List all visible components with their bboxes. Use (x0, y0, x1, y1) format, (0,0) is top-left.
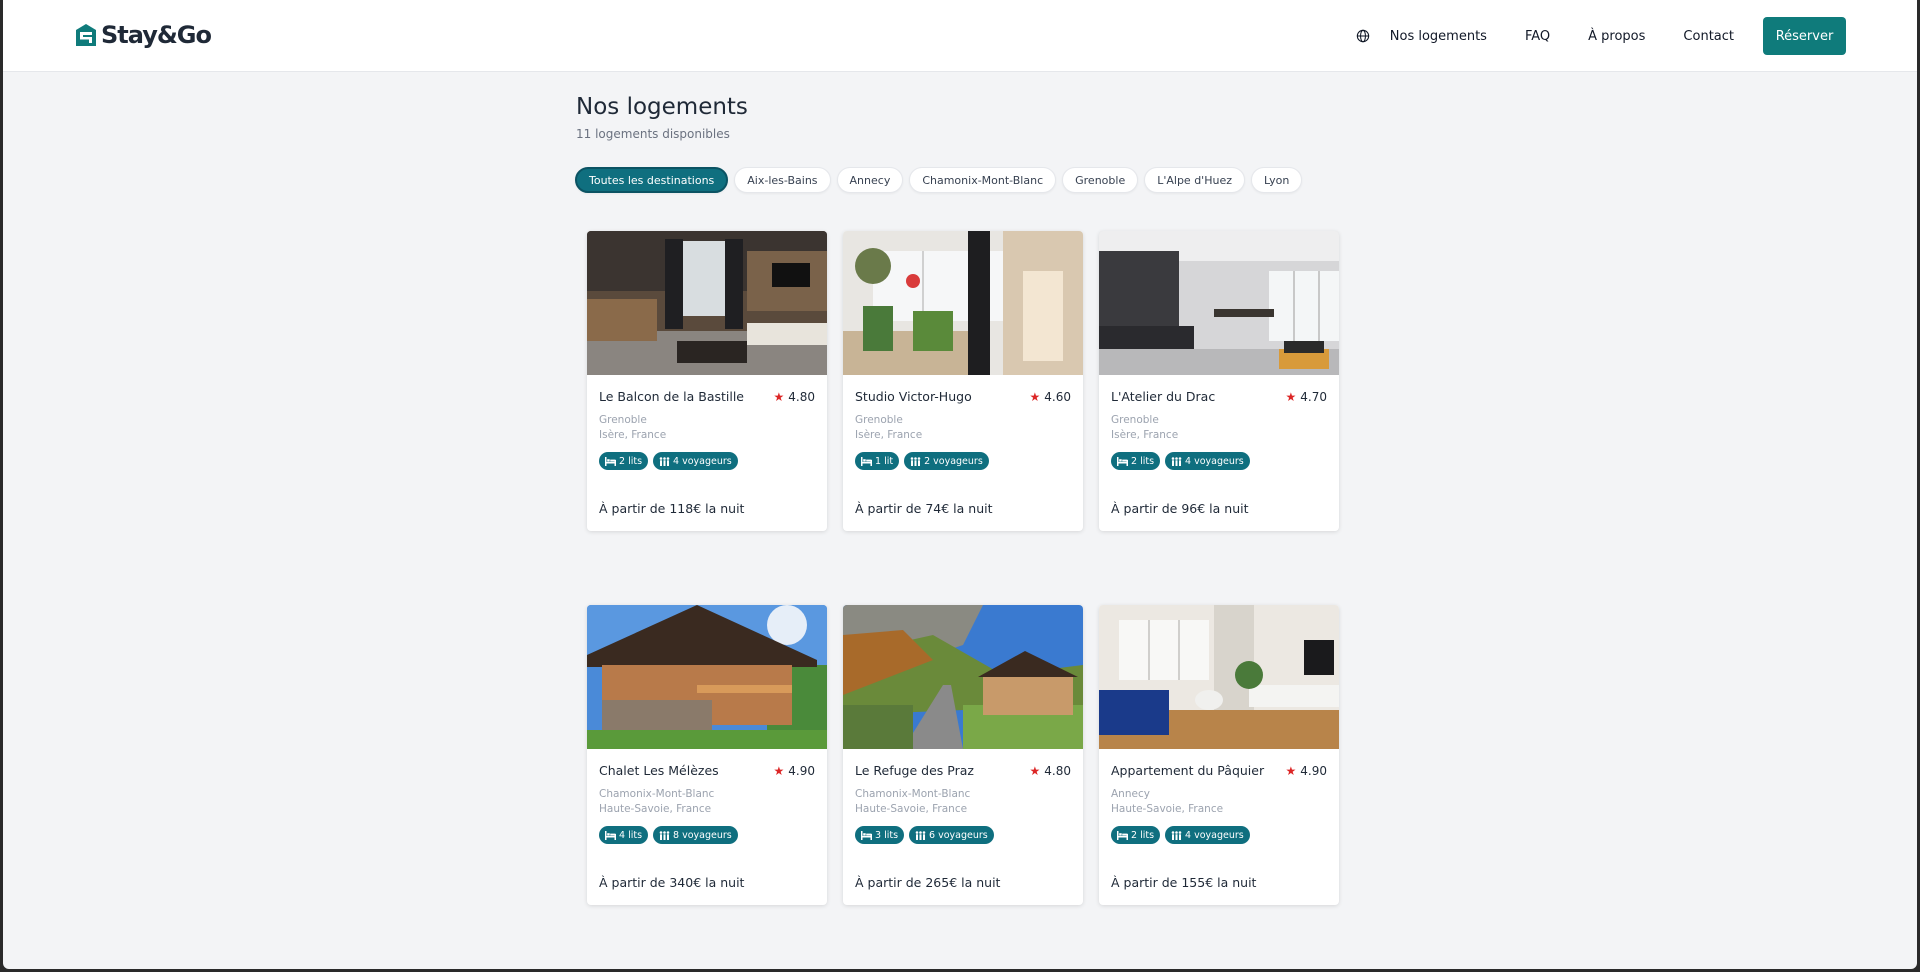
guests-badge: 6 voyageurs (909, 826, 994, 844)
destination-filters: Toutes les destinations Aix-les-Bains An… (575, 167, 1303, 193)
bed-icon (605, 456, 616, 466)
listing-photo[interactable] (1099, 605, 1339, 749)
listing-card[interactable]: L'Atelier du Drac ★ 4.70 Grenoble Isère, F… (1099, 231, 1339, 531)
listing-card[interactable]: Le Refuge des Praz ★ 4.80 Chamonix-Mont-B… (843, 605, 1083, 905)
page-title: Nos logements (576, 94, 748, 120)
nav-apropos[interactable]: À propos (1588, 29, 1645, 44)
people-icon (915, 830, 926, 840)
guests-badge: 2 voyageurs (904, 452, 989, 470)
listing-title[interactable]: Studio Victor-Hugo (855, 389, 972, 404)
filter-alpe-dhuez[interactable]: L'Alpe d'Huez (1144, 167, 1245, 193)
nav-faq[interactable]: FAQ (1525, 29, 1550, 44)
listing-count: 11 logements disponibles (576, 127, 730, 141)
listing-price: À partir de 340€ la nuit (599, 875, 745, 890)
filter-grenoble[interactable]: Grenoble (1062, 167, 1139, 193)
listing-photo[interactable] (1099, 231, 1339, 375)
guests-badge: 4 voyageurs (653, 452, 738, 470)
beds-badge: 2 lits (1111, 826, 1161, 844)
listing-price: À partir de 96€ la nuit (1111, 501, 1249, 516)
listing-rating: ★ 4.70 (1285, 389, 1327, 404)
people-icon (1171, 456, 1182, 466)
filter-aix-les-bains[interactable]: Aix-les-Bains (734, 167, 831, 193)
listing-photo[interactable] (843, 231, 1083, 375)
star-icon: ★ (1029, 389, 1041, 404)
house-logo-icon (76, 24, 96, 46)
listing-location: Annecy Haute-Savoie, France (1111, 788, 1224, 815)
people-icon (910, 456, 921, 466)
listing-rating: ★ 4.90 (773, 763, 815, 778)
filter-all[interactable]: Toutes les destinations (575, 167, 729, 193)
star-icon: ★ (1029, 763, 1041, 778)
listing-rating: ★ 4.60 (1029, 389, 1071, 404)
listing-card[interactable]: Le Balcon de la Bastille ★ 4.80 Grenoble I… (587, 231, 827, 531)
people-icon (1171, 830, 1182, 840)
beds-badge: 2 lits (599, 452, 649, 470)
people-icon (659, 830, 670, 840)
listing-title[interactable]: Le Balcon de la Bastille (599, 389, 744, 404)
listing-photo[interactable] (587, 605, 827, 749)
filter-annecy[interactable]: Annecy (836, 167, 904, 193)
beds-badge: 3 lits (855, 826, 905, 844)
listing-card[interactable]: Appartement du Pâquier ★ 4.90 Annecy Haute… (1099, 605, 1339, 905)
star-icon: ★ (1285, 763, 1297, 778)
main-nav: Nos logements FAQ À propos Contact Réser… (1356, 17, 1846, 55)
nav-logements[interactable]: Nos logements (1390, 29, 1487, 44)
brand-name: Stay&Go (101, 21, 212, 49)
reserve-button[interactable]: Réserver (1763, 17, 1846, 55)
listing-rating: ★ 4.80 (1029, 763, 1071, 778)
listing-location: Grenoble Isère, France (1111, 414, 1179, 441)
listing-price: À partir de 118€ la nuit (599, 501, 745, 516)
beds-badge: 4 lits (599, 826, 649, 844)
listing-card[interactable]: Chalet Les Mélèzes ★ 4.90 Chamonix-Mont-B… (587, 605, 827, 905)
listing-price: À partir de 155€ la nuit (1111, 875, 1257, 890)
listing-photo[interactable] (587, 231, 827, 375)
listing-location: Chamonix-Mont-Blanc Haute-Savoie, France (855, 788, 971, 815)
bed-icon (1117, 830, 1128, 840)
listing-card[interactable]: Studio Victor-Hugo ★ 4.60 Grenoble Isère, … (843, 231, 1083, 531)
listing-price: À partir de 74€ la nuit (855, 501, 993, 516)
beds-badge: 1 lit (855, 452, 900, 470)
star-icon: ★ (773, 763, 785, 778)
globe-icon[interactable] (1356, 28, 1372, 44)
listing-location: Grenoble Isère, France (855, 414, 923, 441)
browser-viewport: Stay&Go Nos logements FAQ À propos Conta… (3, 0, 1917, 969)
people-icon (659, 456, 670, 466)
brand-logo[interactable]: Stay&Go (75, 20, 212, 50)
filter-chamonix[interactable]: Chamonix-Mont-Blanc (909, 167, 1057, 193)
listing-photo[interactable] (843, 605, 1083, 749)
filter-lyon[interactable]: Lyon (1251, 167, 1303, 193)
listing-title[interactable]: Le Refuge des Praz (855, 763, 974, 778)
bed-icon (861, 456, 872, 466)
listing-rating: ★ 4.80 (773, 389, 815, 404)
guests-badge: 8 voyageurs (653, 826, 738, 844)
listing-title[interactable]: Appartement du Pâquier (1111, 763, 1264, 778)
bed-icon (605, 830, 616, 840)
nav-contact[interactable]: Contact (1683, 29, 1734, 44)
listing-location: Chamonix-Mont-Blanc Haute-Savoie, France (599, 788, 715, 815)
bed-icon (1117, 456, 1128, 466)
site-header: Stay&Go Nos logements FAQ À propos Conta… (3, 0, 1917, 72)
listing-price: À partir de 265€ la nuit (855, 875, 1001, 890)
star-icon: ★ (1285, 389, 1297, 404)
beds-badge: 2 lits (1111, 452, 1161, 470)
bed-icon (861, 830, 872, 840)
listing-rating: ★ 4.90 (1285, 763, 1327, 778)
listing-title[interactable]: L'Atelier du Drac (1111, 389, 1215, 404)
listing-title[interactable]: Chalet Les Mélèzes (599, 763, 719, 778)
listing-location: Grenoble Isère, France (599, 414, 667, 441)
guests-badge: 4 voyageurs (1165, 826, 1250, 844)
guests-badge: 4 voyageurs (1165, 452, 1250, 470)
star-icon: ★ (773, 389, 785, 404)
